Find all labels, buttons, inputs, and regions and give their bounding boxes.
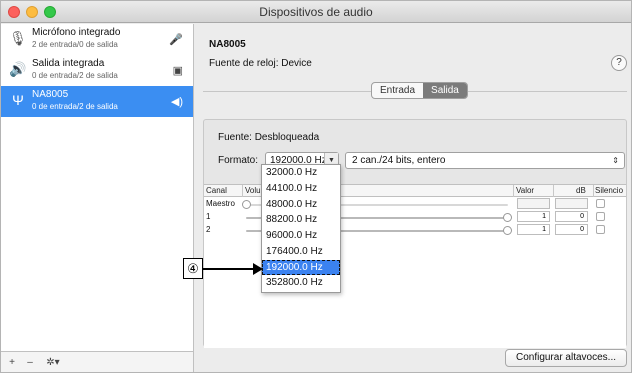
microphone-icon: 🎙 xyxy=(9,30,27,46)
usb-icon: Ψ xyxy=(12,92,24,108)
remove-device-button[interactable]: – xyxy=(23,356,37,370)
slider-knob[interactable] xyxy=(503,226,512,235)
tab-salida[interactable]: Salida xyxy=(423,83,467,98)
row-label: Maestro xyxy=(206,199,235,208)
column-valor: Valor xyxy=(516,186,535,195)
db-field[interactable]: 0 xyxy=(555,224,588,235)
configure-speakers-button[interactable]: Configurar altavoces... xyxy=(505,349,627,367)
channel-format-select[interactable]: 2 can./24 bits, entero ⇕ xyxy=(345,152,625,169)
callout-arrow xyxy=(203,268,255,270)
device-name: NA8005 xyxy=(32,89,69,100)
divider xyxy=(242,185,243,197)
help-button[interactable]: ? xyxy=(611,55,627,71)
dropdown-option[interactable]: 96000.0 Hz xyxy=(262,228,340,244)
tab-entrada[interactable]: Entrada xyxy=(372,83,423,98)
mute-checkbox[interactable] xyxy=(596,225,605,234)
device-list-toolbar: + – ✲▾ xyxy=(1,351,194,372)
divider xyxy=(513,185,514,197)
dropdown-option[interactable]: 352800.0 Hz xyxy=(262,275,340,291)
device-io-count: 0 de entrada/2 de salida xyxy=(32,71,118,80)
dropdown-option[interactable]: 48000.0 Hz xyxy=(262,197,340,213)
device-name: Salida integrada xyxy=(32,58,105,69)
device-title: NA8005 xyxy=(209,39,246,50)
divider xyxy=(553,185,554,197)
slider-knob[interactable] xyxy=(242,200,251,209)
dropdown-option[interactable]: 88200.0 Hz xyxy=(262,212,340,228)
updown-chevron-icon: ⇕ xyxy=(612,156,619,165)
clock-source: Fuente de reloj: Device xyxy=(209,58,312,69)
speaker-icon: 🔊 xyxy=(9,61,27,77)
value-field[interactable] xyxy=(517,198,550,209)
device-item-builtin-output[interactable]: 🔊 Salida integrada 0 de entrada/2 de sal… xyxy=(1,55,193,86)
arrow-head-icon xyxy=(253,263,263,275)
finder-icon: ▣ xyxy=(172,65,183,77)
row-label: 1 xyxy=(206,212,211,221)
title-bar: Dispositivos de audio xyxy=(1,1,631,23)
dropdown-option[interactable]: 176400.0 Hz xyxy=(262,244,340,260)
io-tab-control: Entrada Salida xyxy=(371,82,468,99)
add-device-button[interactable]: + xyxy=(5,356,19,370)
db-field[interactable] xyxy=(555,198,588,209)
device-io-count: 2 de entrada/0 de salida xyxy=(32,40,118,49)
mic-indicator-icon: 🎤 xyxy=(169,34,183,46)
step-callout: ④ xyxy=(183,258,203,279)
mute-checkbox[interactable] xyxy=(596,199,605,208)
dropdown-option-selected[interactable]: 192000.0 Hz xyxy=(262,259,340,276)
column-volume: Volu xyxy=(245,186,261,195)
dropdown-option[interactable]: 32000.0 Hz xyxy=(262,165,340,181)
sample-rate-dropdown: 32000.0 Hz 44100.0 Hz 48000.0 Hz 88200.0… xyxy=(261,164,341,293)
column-canal: Canal xyxy=(206,186,227,195)
db-field[interactable]: 0 xyxy=(555,211,588,222)
device-io-count: 0 de entrada/2 de salida xyxy=(32,102,118,111)
device-name: Micrófono integrado xyxy=(32,27,121,38)
device-item-na8005[interactable]: Ψ NA8005 0 de entrada/2 de salida ◀) xyxy=(1,86,193,117)
value-field[interactable]: 1 xyxy=(517,211,550,222)
column-db: dB xyxy=(576,186,586,195)
row-label: 2 xyxy=(206,225,211,234)
gear-menu-button[interactable]: ✲▾ xyxy=(41,356,65,370)
dropdown-option[interactable]: 44100.0 Hz xyxy=(262,181,340,197)
value-field[interactable]: 1 xyxy=(517,224,550,235)
device-list: 🎙 Micrófono integrado 2 de entrada/0 de … xyxy=(1,24,194,351)
slider-knob[interactable] xyxy=(503,213,512,222)
channel-format-value: 2 can./24 bits, entero xyxy=(352,155,446,166)
format-label: Formato: xyxy=(218,155,259,166)
window-title: Dispositivos de audio xyxy=(259,5,373,19)
audio-devices-window: Dispositivos de audio 🎙 Micrófono integr… xyxy=(0,0,632,373)
volume-icon: ◀) xyxy=(170,96,183,108)
column-silencio: Silencio xyxy=(595,186,624,195)
divider xyxy=(593,185,594,197)
device-item-builtin-mic[interactable]: 🎙 Micrófono integrado 2 de entrada/0 de … xyxy=(1,24,193,55)
source-status: Fuente: Desbloqueada xyxy=(218,132,320,143)
mute-checkbox[interactable] xyxy=(596,212,605,221)
